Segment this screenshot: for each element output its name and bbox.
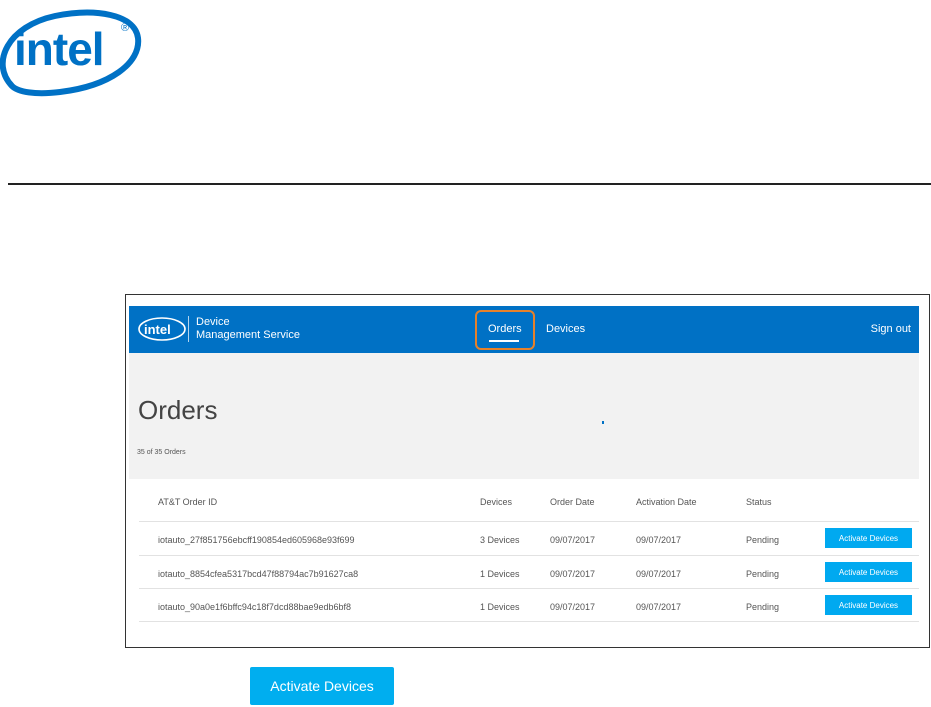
- intel-small-logo-text: intel: [144, 322, 171, 337]
- row-order-date: 09/07/2017: [550, 535, 596, 545]
- embedded-screenshot: intel Device Management Service Orders D…: [125, 294, 930, 648]
- intel-small-logo: intel: [137, 316, 187, 342]
- app-title-line1: Device: [196, 316, 230, 328]
- intel-logo: intel ®: [0, 8, 142, 100]
- nav-separator: [188, 316, 189, 342]
- row-order-date: 09/07/2017: [550, 602, 596, 612]
- page-header: [129, 353, 919, 479]
- row-divider: [139, 621, 919, 622]
- registered-mark: ®: [121, 22, 130, 34]
- horizontal-divider: [8, 183, 931, 185]
- intel-small-swoosh-icon: intel: [138, 317, 186, 341]
- top-navbar: intel Device Management Service Orders D…: [129, 306, 919, 353]
- row-order-id: iotauto_8854cfea5317bcd47f88794ac7b91627…: [158, 569, 359, 579]
- header-activation-date: Activation Date: [636, 497, 697, 507]
- row-activation-date: 09/07/2017: [636, 535, 682, 545]
- header-devices: Devices: [480, 497, 513, 507]
- active-tab-underline: [489, 340, 519, 342]
- cursor-dot: [602, 421, 604, 424]
- activate-devices-button[interactable]: Activate Devices: [825, 595, 912, 615]
- row-activation-date: 09/07/2017: [636, 569, 682, 579]
- sign-out-link[interactable]: Sign out: [871, 323, 911, 335]
- header-order-id: AT&T Order ID: [158, 497, 218, 507]
- row-order-id: iotauto_27f851756ebcff190854ed605968e93f…: [158, 535, 355, 545]
- row-status: Pending: [746, 602, 780, 612]
- nav-devices-link[interactable]: Devices: [546, 323, 585, 335]
- row-devices: 3 Devices: [480, 535, 520, 545]
- intel-logo-text: intel: [14, 23, 105, 75]
- row-divider: [139, 555, 919, 556]
- orders-table: AT&T Order ID Devices Order Date Activat…: [139, 483, 919, 623]
- header-status: Status: [746, 497, 772, 507]
- row-order-id: iotauto_90a0e1f6bffc94c18f7dcd88bae9edb6…: [158, 602, 352, 612]
- row-divider: [139, 521, 919, 522]
- row-status: Pending: [746, 535, 780, 545]
- app-title: Device Management Service: [196, 316, 300, 342]
- row-devices: 1 Devices: [480, 602, 520, 612]
- order-count: 35 of 35 Orders: [137, 449, 186, 456]
- row-status: Pending: [746, 569, 780, 579]
- row-activation-date: 09/07/2017: [636, 602, 682, 612]
- page-title: Orders: [138, 395, 218, 425]
- app-title-line2: Management Service: [196, 329, 300, 341]
- row-order-date: 09/07/2017: [550, 569, 596, 579]
- header-order-date: Order Date: [550, 497, 595, 507]
- row-devices: 1 Devices: [480, 569, 520, 579]
- activate-devices-button[interactable]: Activate Devices: [825, 562, 912, 582]
- activate-devices-large-button[interactable]: Activate Devices: [250, 667, 394, 705]
- activate-devices-button[interactable]: Activate Devices: [825, 528, 912, 548]
- row-divider: [139, 588, 919, 589]
- nav-orders-link[interactable]: Orders: [488, 323, 522, 335]
